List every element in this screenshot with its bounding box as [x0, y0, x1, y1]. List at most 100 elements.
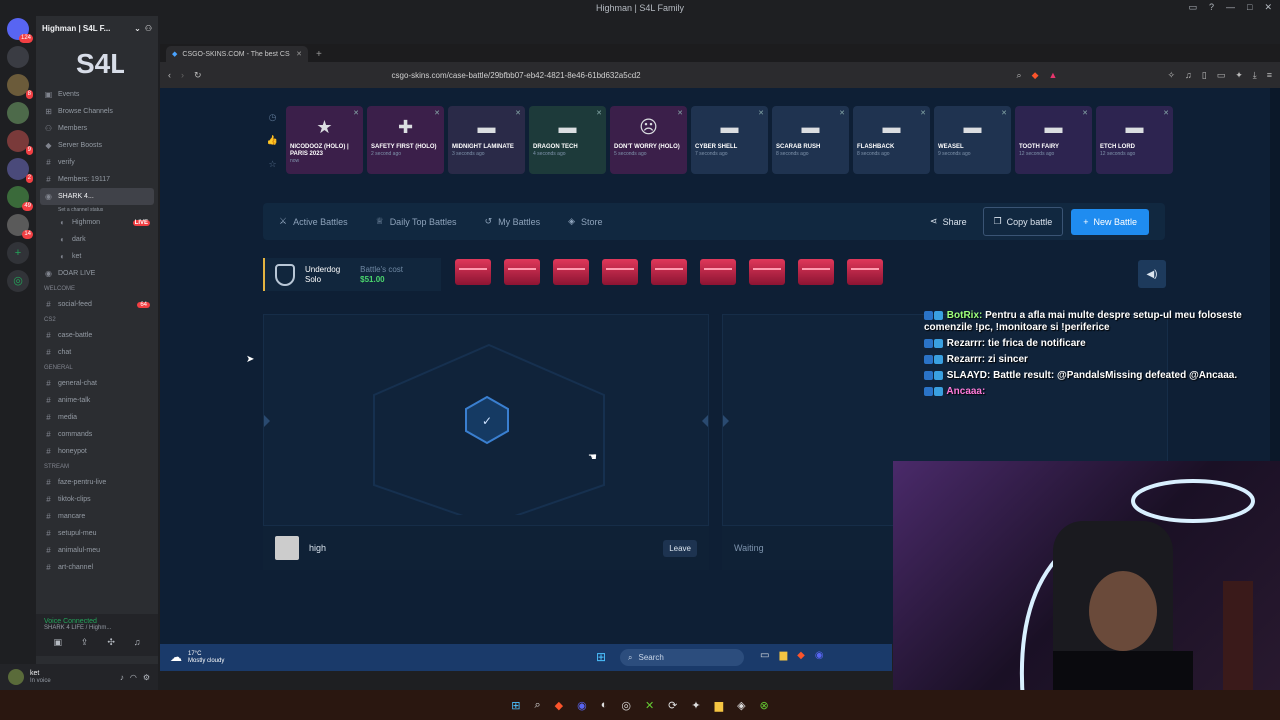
sidebar-item-members-19117[interactable]: # Members: 19117 [36, 171, 158, 188]
leo-icon[interactable]: ✦ [1235, 70, 1243, 81]
headphones-icon[interactable]: ◠ [130, 673, 137, 682]
server-header[interactable]: Highman | S4L F... ⌄ ⚇ [36, 16, 158, 40]
discord-icon[interactable]: ◉ [577, 699, 587, 712]
add-server-icon[interactable]: + [7, 242, 29, 264]
sidebar-item-social-feed[interactable]: # social-feed 64 [36, 296, 158, 313]
server-icon[interactable]: 2 [7, 158, 33, 183]
taskview-icon[interactable]: ▭ [760, 650, 769, 661]
sidebar-item-shark-4-[interactable]: ◉ SHARK 4... [40, 188, 154, 205]
case-icon[interactable] [504, 259, 540, 285]
app-icon[interactable]: ◈ [737, 699, 745, 712]
new-battle-button[interactable]: + New Battle [1071, 208, 1149, 235]
tab-store[interactable]: ◈ Store [568, 216, 602, 227]
app-icon[interactable]: ✦ [691, 699, 700, 712]
server-icon[interactable] [7, 46, 29, 68]
sidebar-item-animalul-meu[interactable]: # animalul-meu [36, 542, 158, 559]
media-icon[interactable]: ♫ [1185, 70, 1192, 81]
leave-button[interactable]: Leave [663, 539, 697, 557]
case-icon[interactable] [798, 259, 834, 285]
channel-category[interactable]: STREAM [36, 460, 158, 474]
channel-category[interactable]: CS2 [36, 313, 158, 327]
shield-icon[interactable]: ◆ [1032, 70, 1039, 81]
sidebar-item-server-boosts[interactable]: ◆ Server Boosts [36, 137, 158, 154]
minimize-icon[interactable]: — [1226, 2, 1235, 13]
sidebar-item-mancare[interactable]: # mancare [36, 508, 158, 525]
case-icon[interactable] [749, 259, 785, 285]
inbox-icon[interactable]: ▭ [1188, 2, 1197, 13]
windows-start-icon[interactable]: ⊞ [596, 650, 606, 664]
sidebar-item-dark[interactable]: ◐ dark [36, 231, 158, 248]
thumbs-up-icon[interactable]: 👍 [267, 135, 278, 146]
browser-tab[interactable]: ◆ CSGO-SKINS.COM - The best CS ✕ [166, 46, 308, 62]
server-icon[interactable]: 49 [7, 186, 33, 211]
drop-card[interactable]: ✕ ★ NICODOOZ (HOLO) | PARIS 2023 now [286, 106, 363, 174]
soundboard-icon[interactable]: ♫ [134, 637, 141, 648]
case-icon[interactable] [602, 259, 638, 285]
xbox-icon[interactable]: ⊗ [760, 699, 769, 712]
drop-card[interactable]: ✕ ▬ CYBER SHELL 7 seconds ago [691, 106, 768, 174]
sidebar-item-commands[interactable]: # commands [36, 426, 158, 443]
menu-icon[interactable]: ≡ [1267, 70, 1272, 81]
zoom-icon[interactable]: ⌕ [1017, 70, 1022, 81]
sidebar-item-verify[interactable]: # verify [36, 154, 158, 171]
camera-icon[interactable]: ▣ [53, 637, 62, 648]
sidebar-item-faze-pentru-live[interactable]: # faze-pentru-live [36, 474, 158, 491]
sidebar-item-art-channel[interactable]: # art-channel [36, 559, 158, 576]
channel-category[interactable]: GENERAL [36, 361, 158, 375]
sidebar-item-general-chat[interactable]: # general-chat [36, 375, 158, 392]
drop-card[interactable]: ✕ ▬ FLASHBACK 8 seconds ago [853, 106, 930, 174]
url-field[interactable]: csgo-skins.com/case-battle/29bfbb07-eb42… [392, 71, 641, 80]
drop-card[interactable]: ✕ ▬ TOOTH FAIRY 12 seconds ago [1015, 106, 1092, 174]
channel-category[interactable]: WELCOME [36, 282, 158, 296]
sidebar-item-honeypot[interactable]: # honeypot [36, 443, 158, 460]
tab-active-battles[interactable]: ⚔ Active Battles [279, 216, 348, 227]
close-tab-icon[interactable]: ✕ [296, 50, 302, 58]
screenshare-icon[interactable]: ⇪ [81, 637, 89, 648]
settings-icon[interactable]: ⚙ [143, 673, 150, 682]
sidebar-item-doar-live[interactable]: ◉ DOAR LIVE [36, 265, 158, 282]
sidebar-item-browse-channels[interactable]: ⊞ Browse Channels [36, 103, 158, 120]
drop-card[interactable]: ✕ ▬ SCARAB RUSH 8 seconds ago [772, 106, 849, 174]
back-icon[interactable]: ‹ [168, 70, 171, 80]
weather-widget[interactable]: ☁ 17°C Mostly cloudy [170, 651, 224, 665]
copy-battle-button[interactable]: ❐ Copy battle [982, 207, 1064, 236]
app-icon[interactable]: ◐ [601, 699, 608, 711]
share-button[interactable]: ⋖ Share [922, 216, 975, 227]
drop-card[interactable]: ✕ ▬ MIDNIGHT LAMINATE 3 seconds ago [448, 106, 525, 174]
drop-card[interactable]: ✕ ▬ ETCH LORD 12 seconds ago [1096, 106, 1173, 174]
tab-daily-top[interactable]: ♕ Daily Top Battles [376, 216, 457, 227]
drop-card[interactable]: ✕ ✚ SAFETY FIRST (HOLO) 2 second ago [367, 106, 444, 174]
discord-icon[interactable]: ◉ [815, 650, 824, 661]
case-icon[interactable] [455, 259, 491, 285]
brave-icon[interactable]: ◆ [797, 650, 805, 661]
sidebar-item-chat[interactable]: # chat [36, 344, 158, 361]
sound-toggle[interactable]: ◀) [1138, 260, 1166, 288]
sidebar-item-media[interactable]: # media [36, 409, 158, 426]
wallet-icon[interactable]: ▭ [1217, 70, 1226, 81]
sidebar-item-tiktok-clips[interactable]: # tiktok-clips [36, 491, 158, 508]
search-icon[interactable]: ⌕ [534, 699, 540, 712]
reload-icon[interactable]: ↻ [194, 70, 202, 81]
explorer-icon[interactable]: ▆ [715, 699, 723, 712]
discover-icon[interactable]: ◎ [7, 270, 29, 292]
mic-icon[interactable]: ♪ [120, 673, 124, 682]
tab-my-battles[interactable]: ↺ My Battles [485, 216, 541, 227]
drop-card[interactable]: ✕ ☹ DON'T WORRY (HOLO) 5 seconds ago [610, 106, 687, 174]
sidebar-item-members[interactable]: ⚇ Members [36, 120, 158, 137]
sidebar-item-anime-talk[interactable]: # anime-talk [36, 392, 158, 409]
sidebar-item-highmon[interactable]: ◐ Highmon LIVE [36, 214, 158, 231]
history-icon[interactable]: ◷ [269, 112, 277, 123]
sidebar-item-setupul-meu[interactable]: # setupul-meu [36, 525, 158, 542]
case-icon[interactable] [700, 259, 736, 285]
sidebar-item-events[interactable]: ▣ Events [36, 86, 158, 103]
app-icon[interactable]: ⟳ [668, 699, 677, 712]
case-icon[interactable] [651, 259, 687, 285]
rewards-icon[interactable]: ▲ [1049, 70, 1058, 81]
sidebar-icon[interactable]: ▯ [1202, 70, 1207, 81]
maximize-icon[interactable]: □ [1247, 2, 1252, 13]
extensions-icon[interactable]: ✧ [1167, 70, 1175, 81]
add-member-icon[interactable]: ⚇ [145, 24, 152, 33]
forward-icon[interactable]: › [181, 70, 184, 80]
brave-icon[interactable]: ◆ [555, 699, 563, 712]
server-icon[interactable]: 9 [7, 130, 33, 155]
